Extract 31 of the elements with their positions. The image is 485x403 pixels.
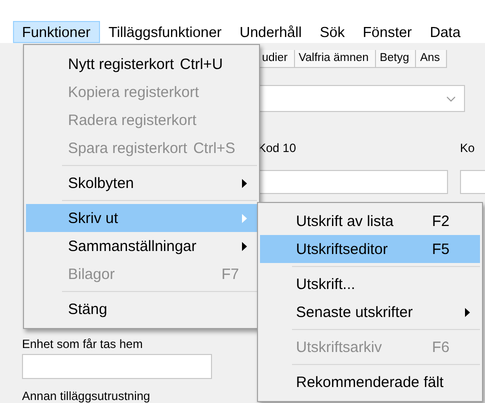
- menu-item[interactable]: Utskrift...: [260, 270, 480, 298]
- input-field[interactable]: [258, 170, 448, 194]
- tab[interactable]: Betyg: [376, 50, 416, 68]
- field-label: Annan tilläggsutrustning: [22, 389, 150, 403]
- tab[interactable]: Valfria ämnen: [294, 50, 376, 68]
- menu-item[interactable]: Sök: [310, 21, 354, 43]
- menu-item[interactable]: Fönster: [354, 21, 421, 43]
- submenu-arrow-icon: [242, 242, 247, 251]
- submenu-arrow-icon: [242, 214, 247, 223]
- menu-item[interactable]: Funktioner: [13, 21, 100, 43]
- menu-item[interactable]: Stäng: [26, 295, 257, 323]
- menu-item[interactable]: Utskrift av lista F2: [260, 207, 480, 235]
- input-field[interactable]: [460, 170, 485, 194]
- chevron-down-icon: [446, 96, 456, 102]
- tab[interactable]: Ans: [416, 50, 447, 68]
- menu-item[interactable]: Data: [420, 21, 470, 43]
- field-label: Enhet som får tas hem: [22, 337, 143, 351]
- menu-item[interactable]: Underhåll: [230, 21, 311, 43]
- menu-item[interactable]: Sammanställningar: [26, 232, 257, 260]
- input-field[interactable]: [22, 354, 212, 379]
- menu-item[interactable]: Rekommenderade fält: [260, 368, 480, 396]
- menu-item[interactable]: Tilläggsfunktioner: [100, 21, 231, 43]
- menu-item[interactable]: Skriv ut: [26, 204, 257, 232]
- field-label: Ko: [460, 141, 476, 155]
- menu-item[interactable]: Nytt registerkort Ctrl+U: [26, 50, 257, 78]
- submenu-arrow-icon: [465, 308, 470, 317]
- submenu-arrow-icon: [242, 179, 247, 188]
- tab[interactable]: udier: [258, 50, 295, 68]
- menu-item[interactable]: Skolbyten: [26, 169, 257, 197]
- menu-item[interactable]: Utskriftseditor F5: [260, 235, 480, 263]
- menu-item[interactable]: Senaste utskrifter: [260, 298, 480, 326]
